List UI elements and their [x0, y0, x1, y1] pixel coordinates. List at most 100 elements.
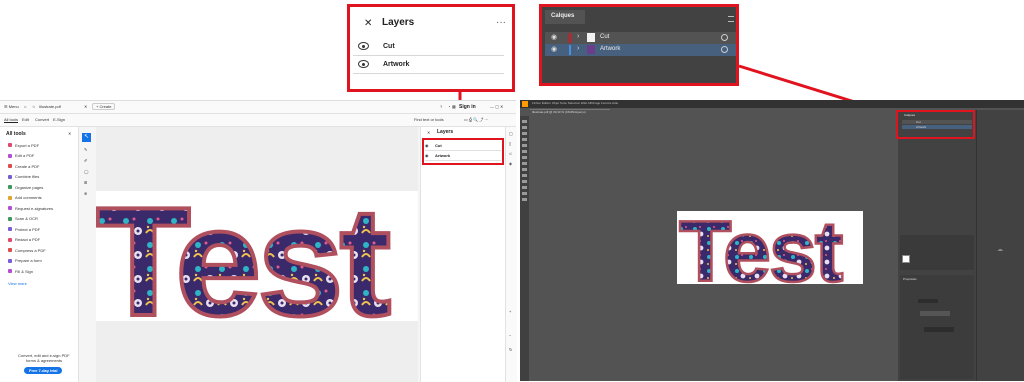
ill-doc-tab[interactable]: Illustrate.pdf @ 33,33 % (CMJN/Aperçu)	[530, 109, 610, 116]
tab-convert[interactable]: Convert	[35, 117, 49, 122]
tool-icon	[8, 248, 12, 252]
layers-icon[interactable]: ◈	[509, 161, 512, 166]
tool-item[interactable]: Organize pages	[8, 183, 43, 191]
create-button[interactable]: + Create	[92, 103, 116, 110]
sign-in-link[interactable]: Sign in	[459, 104, 476, 110]
tool-item[interactable]: Export a PDF	[8, 141, 39, 149]
tool-label: Export a PDF	[15, 142, 40, 148]
tab-edit[interactable]: Edit	[22, 117, 29, 122]
ill-tool-icon[interactable]	[522, 144, 527, 147]
file-tab[interactable]: Illustrate.pdf	[39, 104, 61, 109]
artwork-text: Test	[96, 191, 390, 321]
color-swatch[interactable]	[902, 255, 910, 263]
ill-menu-bar: Fichier Édition Objet Texte Sélection Ef…	[520, 100, 1024, 108]
tool-label: Prepare a form	[15, 258, 42, 263]
select-tool-icon[interactable]: ↖	[82, 133, 91, 142]
tool-label: Create a PDF	[15, 163, 40, 169]
ill-menu-items[interactable]: Fichier Édition Objet Texte Sélection Ef…	[532, 101, 618, 105]
ill-tool-icon[interactable]	[522, 162, 527, 165]
ill-tool-icon[interactable]	[522, 168, 527, 171]
view-more-link[interactable]: View more	[8, 281, 27, 286]
ill-layer-artwork[interactable]: Artwork	[902, 125, 972, 129]
properties-title: Propriétés	[903, 277, 917, 281]
tool-item[interactable]: Fill & Sign	[8, 267, 33, 275]
all-tools-title: All tools	[6, 131, 26, 137]
close-tab-icon[interactable]: ✕	[84, 104, 87, 109]
close-icon[interactable]: ✕	[427, 130, 430, 135]
tool-icon	[8, 269, 12, 273]
tool-icon	[8, 153, 12, 158]
tool-icon	[8, 227, 12, 231]
stamp-tool-icon[interactable]: ⊕	[84, 191, 87, 196]
libraries-icon: ☁	[997, 247, 1003, 253]
ill-color-panel	[900, 235, 974, 270]
tool-item[interactable]: Edit a PDF	[8, 152, 34, 160]
layer-label: Artwork	[916, 125, 927, 129]
menu-button[interactable]: ☰ Menu	[4, 104, 19, 109]
tool-icon	[8, 258, 12, 263]
tool-label: Compress a PDF	[15, 247, 46, 253]
layers-panel-title: Layers	[437, 129, 454, 135]
home-icon[interactable]: ⌂	[24, 104, 26, 109]
tool-item[interactable]: Prepare a form	[8, 257, 42, 265]
draw-tool-icon[interactable]: ✐	[84, 158, 87, 163]
tool-item[interactable]: Create a PDF	[8, 162, 39, 170]
close-panel-icon[interactable]: ✕	[68, 131, 71, 136]
bookmark-icon[interactable]: ▯	[509, 141, 511, 146]
tool-item[interactable]: Add comments	[8, 194, 42, 202]
ill-tool-icon[interactable]	[522, 126, 527, 129]
tool-item[interactable]: Compress a PDF	[8, 246, 46, 254]
ill-tool-icon[interactable]	[522, 150, 527, 153]
toolbar-icons[interactable]: ▭ ⎙ 🔍 ⤴ ⋯	[464, 117, 488, 122]
ill-artboard: Test	[677, 203, 863, 301]
zoom-out-icon[interactable]: −	[509, 333, 511, 338]
tool-icon	[8, 206, 12, 210]
ill-tool-icon[interactable]	[522, 186, 527, 189]
tool-item[interactable]: Protect a PDF	[8, 225, 40, 233]
ill-tool-icon[interactable]	[522, 180, 527, 183]
tab-all-tools[interactable]: All tools	[4, 117, 19, 123]
ill-tool-icon[interactable]	[522, 132, 527, 135]
eye-icon[interactable]: ◉	[425, 143, 429, 148]
attach-icon[interactable]: ⊂	[509, 151, 512, 156]
quick-tools-column: ↖ ✎ ✐ ◯ ⊞ ⊕	[80, 131, 94, 201]
comment-tool-icon[interactable]: ✎	[84, 147, 87, 152]
ill-tool-icon[interactable]	[522, 198, 527, 201]
apps-icon[interactable]: ▦	[452, 104, 456, 109]
ill-tool-icon[interactable]	[522, 156, 527, 159]
tool-icon	[8, 164, 12, 168]
window-controls[interactable]: — ▢ ✕	[490, 104, 503, 109]
properties-icons[interactable]	[924, 327, 954, 332]
bell-icon[interactable]: ◔	[448, 104, 450, 109]
ill-layer-cut[interactable]: Cut	[902, 120, 972, 124]
shape-tool-icon[interactable]: ◯	[84, 169, 88, 174]
layer-row-cut[interactable]: ◉ Cut	[425, 141, 501, 151]
star-icon[interactable]: ☆	[32, 104, 36, 109]
tool-label: Combine files	[15, 174, 40, 179]
ill-tool-icon[interactable]	[522, 192, 527, 195]
eye-icon[interactable]: ◉	[425, 153, 429, 158]
ill-tool-icon[interactable]	[522, 174, 527, 177]
ill-calques-title: Calques	[904, 113, 916, 117]
layer-row-artwork[interactable]: ◉ Artwork	[425, 151, 501, 161]
acrobat-window: ☰ Menu ⌂ ☆ Illustrate.pdf ✕ + Create ? ◔…	[0, 100, 517, 382]
properties-button[interactable]	[920, 311, 950, 316]
comment-icon[interactable]: ▢	[509, 131, 513, 136]
ill-libraries-panel: ☁	[976, 110, 1024, 381]
right-rail: ▢ ▯ ⊂ ◈ + − ↻	[505, 127, 517, 382]
tool-item[interactable]: Scan & OCR	[8, 215, 38, 223]
tool-item[interactable]: Redact a PDF	[8, 236, 40, 244]
illustrator-window: Fichier Édition Objet Texte Sélection Ef…	[520, 100, 1024, 381]
rotate-icon[interactable]: ↻	[509, 347, 512, 352]
ill-tool-icon[interactable]	[522, 120, 527, 123]
ill-tool-icon[interactable]	[522, 138, 527, 141]
zoom-in-icon[interactable]: +	[509, 309, 511, 314]
free-trial-button[interactable]: Free 7-day trial	[24, 367, 63, 374]
find-text-field[interactable]: Find text or tools	[414, 117, 444, 122]
properties-field[interactable]	[918, 299, 938, 303]
tool-item[interactable]: Request e-signatures	[8, 204, 53, 212]
text-tool-icon[interactable]: ⊞	[84, 180, 87, 185]
tool-item[interactable]: Combine files	[8, 173, 39, 181]
tab-esign[interactable]: E-Sign	[53, 117, 65, 122]
help-icon[interactable]: ?	[440, 104, 442, 109]
